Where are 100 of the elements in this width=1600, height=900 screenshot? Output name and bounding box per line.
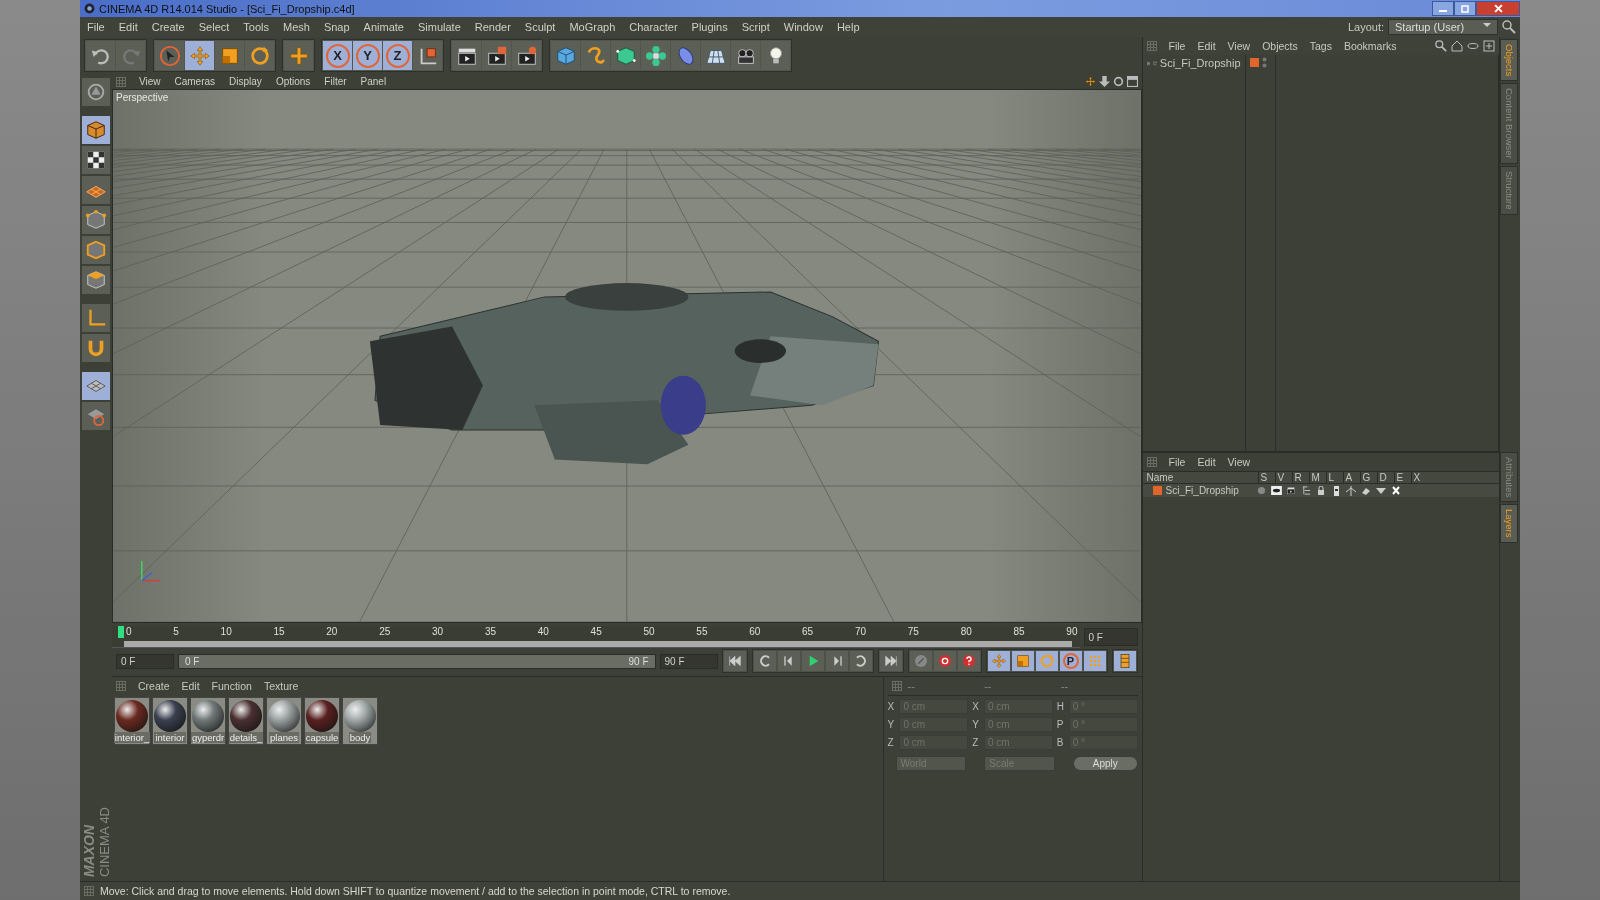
axis-lock-button[interactable]: Y <box>353 41 382 70</box>
playback-button[interactable] <box>753 651 776 671</box>
panel-grip-icon[interactable] <box>116 681 126 691</box>
new-window-icon[interactable] <box>1483 40 1496 52</box>
hierarchy-icon[interactable] <box>1301 486 1311 495</box>
menu-item[interactable]: Character <box>622 21 685 33</box>
clapperboard-icon[interactable] <box>1286 486 1297 495</box>
maximize-button[interactable] <box>1454 1 1476 16</box>
3d-viewport[interactable]: Perspective <box>112 89 1142 623</box>
menu-item[interactable]: File <box>80 21 112 33</box>
record-button[interactable] <box>933 651 956 671</box>
down-arrow-icon[interactable] <box>1098 76 1110 87</box>
menu-item[interactable]: Panel <box>353 76 394 87</box>
tool-button[interactable] <box>701 41 730 70</box>
apply-button[interactable]: Apply <box>1072 756 1138 771</box>
menu-item[interactable]: Animate <box>356 21 411 33</box>
eye-icon[interactable] <box>1270 486 1282 495</box>
lock-icon[interactable] <box>1317 486 1326 495</box>
clapperboard-icon <box>485 44 508 67</box>
menu-item[interactable]: MoGraph <box>562 21 623 33</box>
menu-item[interactable]: Script <box>734 21 777 33</box>
menu-item[interactable]: Simulate <box>410 21 468 33</box>
motion-icon[interactable] <box>1346 485 1357 496</box>
search-icon[interactable] <box>1502 20 1516 34</box>
menu-item[interactable]: Texture <box>263 680 299 692</box>
menu-item[interactable]: Window <box>776 21 830 33</box>
tool-button[interactable] <box>761 41 790 70</box>
menu-item[interactable]: Create <box>144 21 192 33</box>
playback-button[interactable] <box>849 651 872 671</box>
playback-button[interactable] <box>825 651 848 671</box>
solo-dot-icon[interactable] <box>1256 486 1266 495</box>
end-frame-field[interactable]: 90 F <box>659 653 718 669</box>
layer-name[interactable]: Sci_Fi_Dropship <box>1165 485 1239 496</box>
menu-item[interactable]: Snap <box>316 21 357 33</box>
menu-item[interactable]: Help <box>829 21 867 33</box>
material-swatch[interactable]: interior_ <box>114 697 150 745</box>
menu-item[interactable]: Display <box>222 76 269 87</box>
tool-button[interactable] <box>82 146 110 174</box>
material-swatch[interactable]: planes <box>266 697 302 745</box>
bar-icon[interactable] <box>1333 485 1339 496</box>
menu-item[interactable]: View <box>132 76 168 87</box>
search-icon[interactable] <box>1435 40 1448 52</box>
menu-item[interactable]: Edit <box>1197 456 1216 468</box>
menu-item[interactable]: Create <box>138 680 170 692</box>
menu-item[interactable]: View <box>1227 456 1251 468</box>
menu-item[interactable]: Select <box>191 21 237 33</box>
menu-item[interactable]: Cameras <box>167 76 223 87</box>
menu-item[interactable]: File <box>1168 40 1186 52</box>
panel-grip-icon[interactable] <box>1146 457 1157 467</box>
menu-item[interactable]: Sculpt <box>517 21 563 33</box>
rotate-icon[interactable] <box>1112 76 1124 87</box>
minimize-button[interactable] <box>1432 1 1454 16</box>
visibility-dots-icon[interactable] <box>1261 57 1267 68</box>
menu-item[interactable]: File <box>1168 456 1186 468</box>
menu-item[interactable]: Tools <box>236 21 276 33</box>
menu-item[interactable]: Edit <box>111 21 145 33</box>
axis-lock-button[interactable]: Z <box>383 41 412 70</box>
menu-item[interactable]: Render <box>467 21 518 33</box>
layout-dropdown[interactable]: Startup (User) <box>1388 19 1498 35</box>
expression-icon[interactable] <box>1376 487 1387 494</box>
tool-button[interactable] <box>452 41 481 70</box>
object-name[interactable]: Sci_Fi_Dropship <box>1159 57 1241 69</box>
material-swatch[interactable]: capsule <box>304 697 340 745</box>
xref-icon[interactable] <box>1392 486 1401 495</box>
material-swatch[interactable]: gyperdr <box>190 697 226 745</box>
panel-grip-icon[interactable] <box>84 886 94 896</box>
menu-item[interactable]: Filter <box>317 76 354 87</box>
tool-button[interactable] <box>731 41 760 70</box>
panel-grip-icon[interactable] <box>1146 41 1157 51</box>
material-swatch[interactable]: body <box>342 697 378 745</box>
material-swatch[interactable]: details_ <box>228 697 264 745</box>
menu-item[interactable]: Edit <box>1197 40 1216 52</box>
move-icon[interactable] <box>1084 76 1096 87</box>
timeline-ruler[interactable]: 0 5 10 15 20 25 30 35 40 45 50 55 60 65 70 75 80 85 90 <box>112 626 1080 648</box>
menu-item[interactable]: Bookmarks <box>1343 40 1397 52</box>
home-icon[interactable] <box>1451 40 1464 52</box>
menu-item[interactable]: Options <box>268 76 318 87</box>
start-frame-field[interactable]: 0 F <box>116 653 174 669</box>
panel-grip-icon[interactable] <box>116 76 126 87</box>
axis-lock-button[interactable]: P <box>1059 651 1082 671</box>
tool-button[interactable] <box>482 41 511 70</box>
menu-item[interactable]: View <box>1227 40 1251 52</box>
frame-range-slider[interactable]: 0 F 90 F <box>178 653 656 669</box>
menu-item[interactable]: Edit <box>181 680 200 692</box>
menu-item[interactable]: Tags <box>1309 40 1332 52</box>
playback-button[interactable] <box>801 651 824 671</box>
axis-lock-button[interactable]: X <box>323 41 352 70</box>
material-swatch[interactable]: interior <box>152 697 188 745</box>
menu-item[interactable]: Mesh <box>276 21 317 33</box>
current-frame-field[interactable]: 0 F <box>1083 628 1138 646</box>
close-button[interactable] <box>1476 1 1520 16</box>
menu-item[interactable]: Plugins <box>684 21 735 33</box>
tool-button[interactable] <box>512 41 541 70</box>
menu-item[interactable]: Objects <box>1262 40 1298 52</box>
playback-button[interactable] <box>777 651 800 671</box>
tool-button[interactable] <box>413 41 442 70</box>
record-button[interactable] <box>957 651 980 671</box>
maximize-icon[interactable] <box>1126 76 1138 87</box>
panel-grip-icon[interactable] <box>891 681 902 691</box>
menu-item[interactable]: Function <box>211 680 252 692</box>
